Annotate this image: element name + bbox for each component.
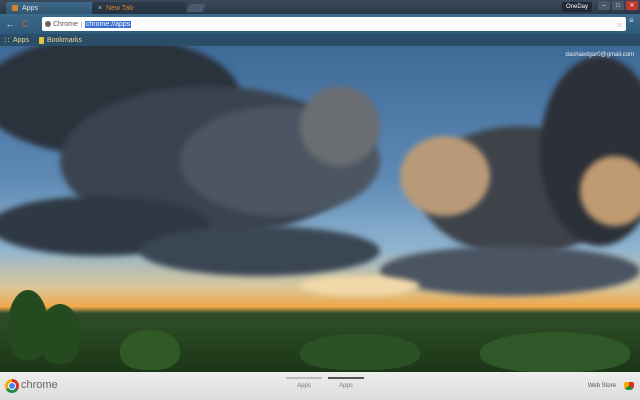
- back-arrow-icon[interactable]: ←: [4, 18, 16, 30]
- web-store-link[interactable]: Web Store: [588, 383, 616, 389]
- page-indicator: [286, 377, 322, 379]
- chrome-brand: chrome: [21, 379, 58, 391]
- bookmark-folder-icon: [38, 36, 44, 44]
- web-store-icon[interactable]: [624, 382, 634, 390]
- account-email[interactable]: dashaedgar0@gmail.com: [566, 52, 634, 58]
- tab-label: New Tab: [106, 4, 134, 12]
- bookmark-apps[interactable]: Apps: [4, 37, 29, 44]
- chrome-logo-icon: [5, 379, 19, 393]
- chip-label: Chrome: [53, 20, 78, 28]
- tab-label: Apps: [22, 4, 38, 12]
- tree: [300, 334, 420, 370]
- bookmark-star-icon[interactable]: ☆: [616, 20, 623, 29]
- sunset-glow: [300, 276, 420, 296]
- reload-icon[interactable]: C: [19, 18, 31, 30]
- page-switcher: Apps Apps: [286, 377, 364, 389]
- chrome-chip: Chrome: [45, 20, 82, 28]
- url-text[interactable]: chrome://apps: [84, 20, 132, 28]
- background-scene: [0, 46, 640, 372]
- forest: [0, 290, 640, 372]
- bottom-bar: chrome Apps Apps Web Store: [0, 372, 640, 400]
- maximize-button[interactable]: □: [612, 1, 624, 10]
- tree: [40, 304, 80, 364]
- close-button[interactable]: ✕: [626, 1, 638, 10]
- bookmark-label: Apps: [13, 36, 29, 44]
- minimize-button[interactable]: –: [598, 1, 610, 10]
- page-tab[interactable]: Apps: [328, 377, 364, 389]
- window-controls: – □ ✕: [598, 1, 638, 10]
- apps-tab-favicon-icon: [12, 5, 18, 11]
- tab-new-tab[interactable]: × New Tab: [92, 2, 186, 14]
- cloud: [380, 246, 640, 296]
- apps-grid-icon: [4, 37, 10, 43]
- bookmark-label: Bookmarks: [46, 36, 82, 44]
- new-tab-button[interactable]: [186, 4, 206, 12]
- page-tab[interactable]: Apps: [286, 377, 322, 389]
- chrome-page-icon: [45, 21, 51, 27]
- bookmarks-bar: Apps Bookmarks: [0, 34, 640, 46]
- cloud: [300, 86, 380, 166]
- page-indicator: [328, 377, 364, 379]
- omnibox[interactable]: Chrome chrome://apps ☆: [42, 17, 626, 31]
- user-badge[interactable]: OneDay: [561, 2, 592, 12]
- menu-icon[interactable]: ≡: [629, 17, 637, 25]
- toolbar: ← C Chrome chrome://apps ☆ ≡: [0, 14, 640, 34]
- sunlit-cloud: [400, 136, 490, 216]
- tab-close-icon[interactable]: ×: [98, 5, 102, 12]
- bookmark-folder[interactable]: Bookmarks: [38, 36, 82, 44]
- tree: [120, 330, 180, 370]
- tab-apps[interactable]: Apps: [6, 2, 94, 14]
- cloud: [140, 226, 380, 276]
- page-label: Apps: [339, 383, 353, 389]
- page-label: Apps: [297, 383, 311, 389]
- tree: [480, 332, 630, 372]
- tab-strip: Apps × New Tab OneDay – □ ✕: [0, 0, 640, 14]
